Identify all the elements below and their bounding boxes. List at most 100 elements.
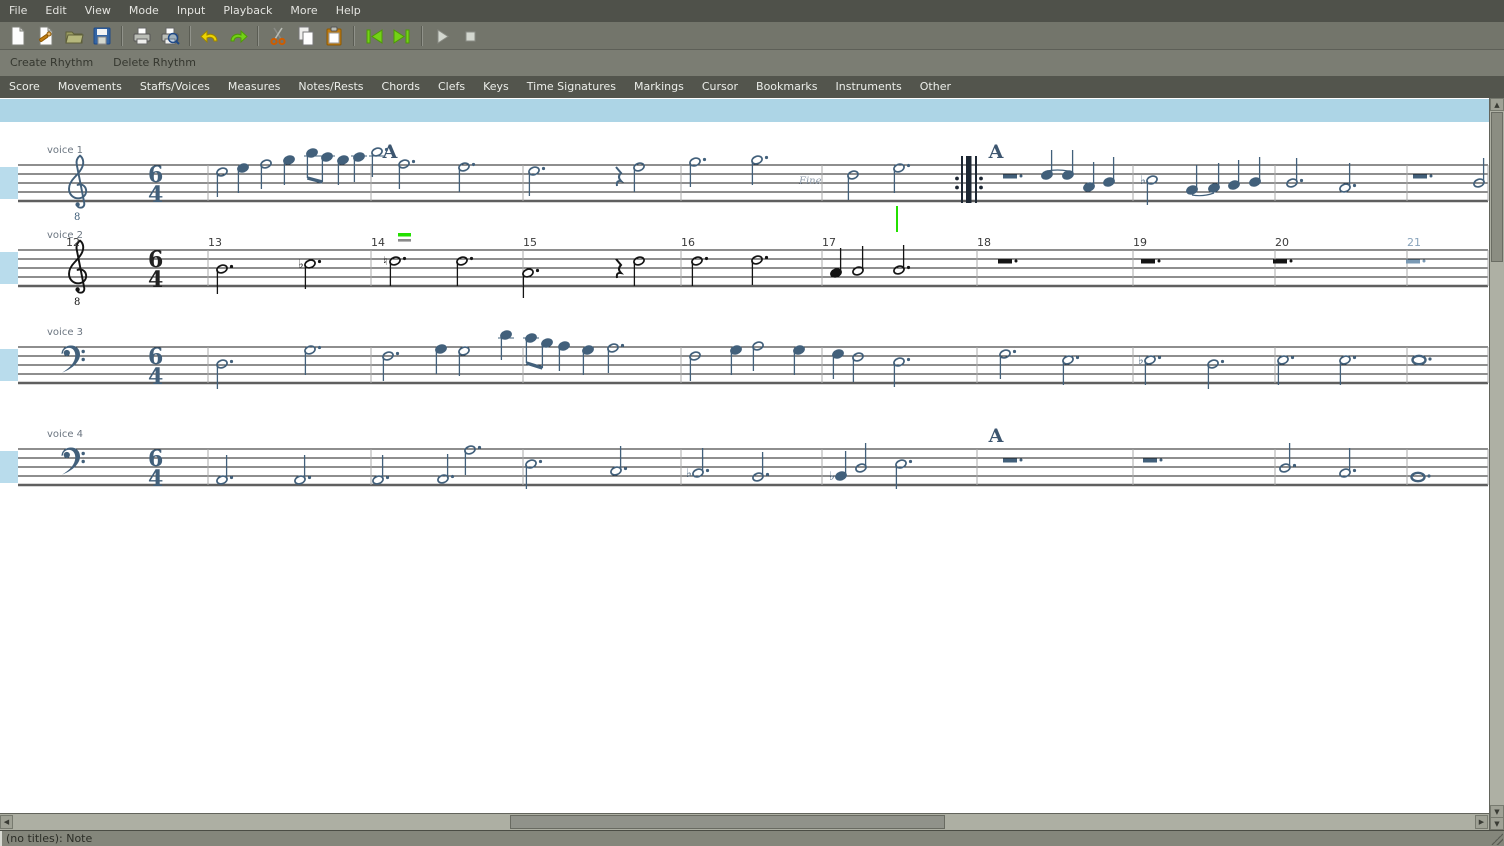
note[interactable] [1339, 355, 1356, 385]
note[interactable] [689, 351, 701, 381]
menu-cursor[interactable]: Cursor [693, 76, 747, 98]
menu-score[interactable]: Score [0, 76, 49, 98]
note[interactable] [1406, 260, 1426, 264]
note[interactable] [751, 155, 768, 185]
staff-voice-2[interactable]: voice 286412131415161718192021♭♮ [0, 230, 1488, 308]
note[interactable]: ♭ [298, 257, 321, 289]
score-canvas[interactable]: voice 1864AA♭Finevoice 28641213141516171… [0, 98, 1490, 813]
note[interactable] [793, 345, 805, 375]
staff-selector[interactable] [0, 167, 18, 199]
copy-button[interactable] [292, 23, 320, 49]
vertical-scroll-thumb[interactable] [1491, 112, 1503, 262]
note[interactable] [1208, 163, 1220, 193]
go-last-button[interactable] [388, 23, 416, 49]
note[interactable] [458, 162, 475, 192]
note[interactable] [1062, 355, 1079, 385]
note[interactable] [541, 338, 553, 368]
menu-playback[interactable]: Playback [214, 0, 281, 22]
note[interactable] [1273, 260, 1293, 264]
note[interactable] [830, 248, 842, 278]
cut-button[interactable] [264, 23, 292, 49]
menu-staffs-voices[interactable]: Staffs/Voices [131, 76, 219, 98]
staff-voice-1[interactable]: voice 1864AA♭Fine [0, 141, 1488, 223]
print-button[interactable] [128, 23, 156, 49]
menu-more[interactable]: More [281, 0, 326, 22]
scroll-up-arrow[interactable]: ▲ [1490, 98, 1504, 111]
open-wizard-button[interactable] [32, 23, 60, 49]
note[interactable] [456, 256, 473, 286]
note[interactable] [319, 152, 335, 182]
redo-button[interactable] [224, 23, 252, 49]
note[interactable] [1003, 175, 1023, 179]
note[interactable] [283, 155, 295, 185]
scroll-left-arrow[interactable]: ◀ [0, 815, 13, 829]
menu-clefs[interactable]: Clefs [429, 76, 474, 98]
menu-keys[interactable]: Keys [474, 76, 518, 98]
note[interactable] [435, 344, 447, 374]
note[interactable] [893, 163, 910, 193]
staff-voice-4[interactable]: voice 464A♭♭ [0, 425, 1488, 492]
note[interactable] [1143, 459, 1163, 463]
note[interactable] [1186, 165, 1198, 195]
note[interactable] [458, 346, 470, 376]
menu-chords[interactable]: Chords [373, 76, 429, 98]
go-first-button[interactable] [360, 23, 388, 49]
save-button[interactable] [88, 23, 116, 49]
note[interactable] [337, 155, 349, 185]
note[interactable] [998, 260, 1018, 264]
note[interactable] [1003, 459, 1023, 463]
note[interactable] [304, 345, 321, 375]
print-preview-button[interactable] [156, 23, 184, 49]
note[interactable] [691, 256, 708, 286]
menu-help[interactable]: Help [327, 0, 370, 22]
menu-time-signatures[interactable]: Time Signatures [518, 76, 625, 98]
note[interactable] [689, 157, 706, 187]
menu-edit[interactable]: Edit [36, 0, 75, 22]
note[interactable] [730, 345, 742, 375]
note[interactable] [1473, 158, 1485, 188]
note[interactable] [522, 268, 539, 298]
note[interactable] [1286, 158, 1303, 188]
note[interactable] [294, 455, 311, 485]
note[interactable] [304, 148, 320, 178]
menu-mode[interactable]: Mode [120, 0, 168, 22]
titles-band[interactable] [0, 99, 1489, 122]
note[interactable] [1083, 162, 1095, 192]
horizontal-scrollbar[interactable]: ◀ ▶ [0, 813, 1489, 830]
create-rhythm-button[interactable]: Create Rhythm [0, 50, 103, 76]
note[interactable] [1103, 157, 1115, 187]
note[interactable] [1413, 356, 1432, 364]
vertical-scrollbar[interactable]: ▲ ▼ ▼ [1489, 98, 1504, 830]
menu-bookmarks[interactable]: Bookmarks [747, 76, 826, 98]
note[interactable] [437, 454, 454, 484]
stop-button[interactable] [456, 23, 484, 49]
paste-button[interactable] [320, 23, 348, 49]
menu-input[interactable]: Input [168, 0, 214, 22]
note[interactable] [1339, 448, 1356, 478]
note[interactable] [498, 330, 514, 360]
note[interactable] [216, 455, 233, 485]
note[interactable] [582, 345, 594, 375]
note[interactable] [633, 162, 645, 192]
menu-instruments[interactable]: Instruments [827, 76, 911, 98]
open-button[interactable] [60, 23, 88, 49]
note[interactable] [1249, 157, 1261, 187]
note[interactable] [351, 152, 367, 182]
note[interactable] [523, 333, 539, 363]
play-button[interactable] [428, 23, 456, 49]
note[interactable] [1277, 355, 1294, 385]
menu-file[interactable]: File [0, 0, 36, 22]
menu-other[interactable]: Other [911, 76, 960, 98]
menu-markings[interactable]: Markings [625, 76, 693, 98]
note[interactable] [237, 163, 249, 193]
note[interactable] [1413, 175, 1433, 179]
undo-button[interactable] [196, 23, 224, 49]
scroll-right-arrow[interactable]: ▶ [1475, 815, 1488, 829]
staff-selector[interactable] [0, 349, 18, 381]
note[interactable] [610, 446, 627, 476]
resize-grip[interactable] [1491, 833, 1503, 845]
note[interactable] [528, 166, 545, 196]
note[interactable] [1339, 163, 1356, 193]
staff-voice-3[interactable]: voice 364♭ [0, 327, 1488, 390]
note[interactable] [372, 455, 389, 485]
